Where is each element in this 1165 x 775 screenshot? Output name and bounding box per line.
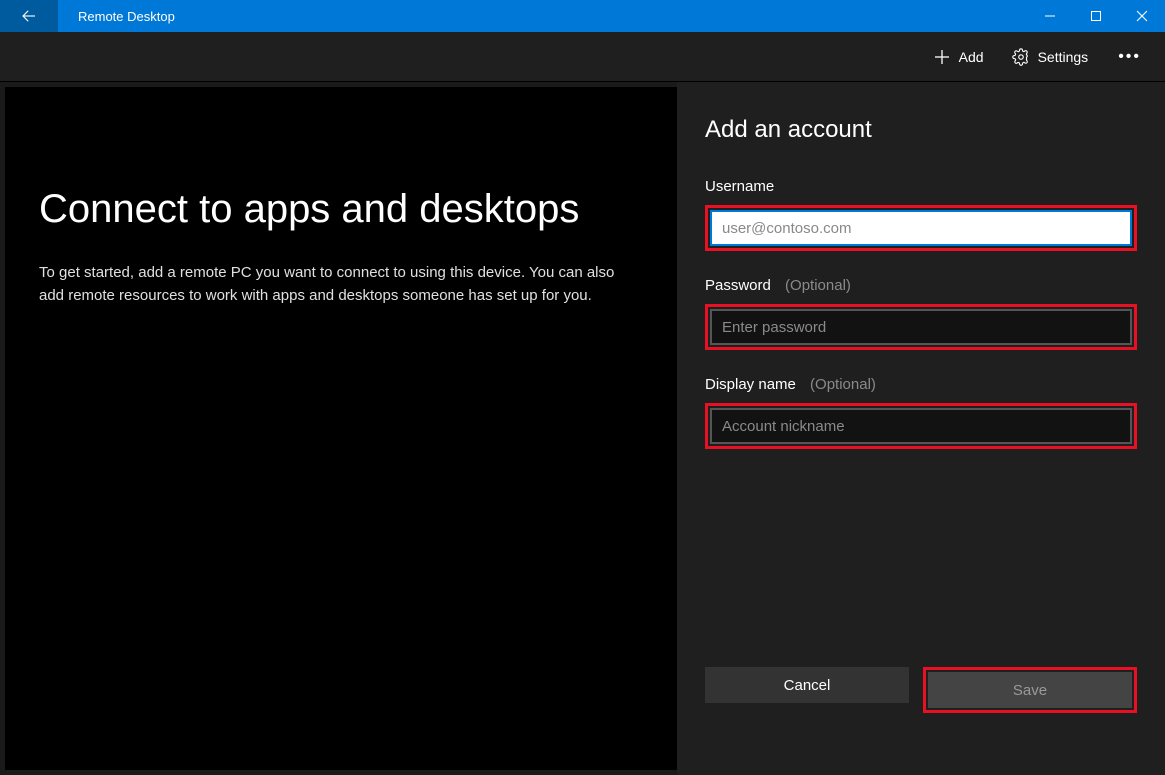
back-arrow-icon xyxy=(20,7,38,25)
page-description: To get started, add a remote PC you want… xyxy=(39,262,629,307)
username-group: Username xyxy=(705,178,1137,251)
maximize-button[interactable] xyxy=(1073,0,1119,32)
back-button[interactable] xyxy=(0,0,58,32)
more-button[interactable]: ••• xyxy=(1106,42,1153,72)
gear-icon xyxy=(1012,48,1030,66)
displayname-input[interactable] xyxy=(710,408,1132,444)
settings-label: Settings xyxy=(1038,49,1089,65)
titlebar: Remote Desktop xyxy=(0,0,1165,32)
panel-title: Add an account xyxy=(705,116,1137,144)
settings-button[interactable]: Settings xyxy=(1002,42,1099,72)
displayname-group: Display name (Optional) xyxy=(705,376,1137,449)
close-button[interactable] xyxy=(1119,0,1165,32)
content-area: Connect to apps and desktops To get star… xyxy=(0,82,1165,775)
maximize-icon xyxy=(1090,10,1102,22)
password-group: Password (Optional) xyxy=(705,277,1137,350)
username-input[interactable] xyxy=(710,210,1132,246)
window-controls xyxy=(1027,0,1165,32)
save-button-highlight: Save xyxy=(923,667,1137,713)
plus-icon xyxy=(933,48,951,66)
add-account-panel: Add an account Username Password (Option… xyxy=(677,82,1165,775)
displayname-input-highlight xyxy=(705,403,1137,449)
password-optional: (Optional) xyxy=(785,277,851,294)
password-label: Password (Optional) xyxy=(705,277,1137,294)
password-input[interactable] xyxy=(710,309,1132,345)
username-label: Username xyxy=(705,178,1137,195)
minimize-button[interactable] xyxy=(1027,0,1073,32)
add-button[interactable]: Add xyxy=(923,42,994,72)
displayname-optional: (Optional) xyxy=(810,376,876,393)
save-button[interactable]: Save xyxy=(928,672,1132,708)
page-title: Connect to apps and desktops xyxy=(39,187,643,232)
username-input-highlight xyxy=(705,205,1137,251)
cancel-button[interactable]: Cancel xyxy=(705,667,909,703)
close-icon xyxy=(1136,10,1148,22)
password-input-highlight xyxy=(705,304,1137,350)
panel-buttons: Cancel Save xyxy=(705,667,1137,713)
ellipsis-icon: ••• xyxy=(1118,48,1141,65)
app-title: Remote Desktop xyxy=(78,9,175,24)
command-bar: Add Settings ••• xyxy=(0,32,1165,82)
main-panel: Connect to apps and desktops To get star… xyxy=(5,87,677,770)
minimize-icon xyxy=(1044,10,1056,22)
displayname-label: Display name (Optional) xyxy=(705,376,1137,393)
add-label: Add xyxy=(959,49,984,65)
